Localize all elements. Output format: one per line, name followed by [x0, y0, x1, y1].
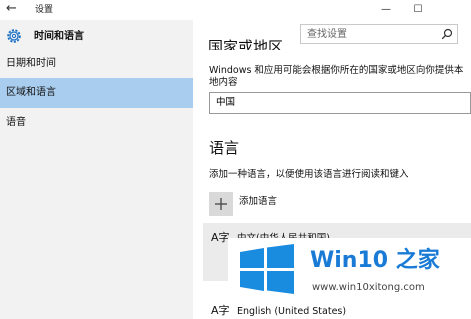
- sidebar: 时间和语言 日期和时间 区域和语言 语音: [0, 20, 193, 319]
- region-dropdown-value: 中国: [216, 97, 236, 108]
- languages-heading: 语言: [209, 139, 240, 157]
- maximize-button[interactable]: ☐: [403, 0, 433, 20]
- sidebar-item-label: 日期和时间: [6, 58, 56, 69]
- sidebar-item-region-language[interactable]: 区域和语言: [0, 78, 193, 108]
- title-bar: ← 设置 — ☐: [0, 0, 471, 20]
- sidebar-header[interactable]: 时间和语言: [0, 24, 193, 50]
- minimize-button[interactable]: —: [371, 0, 401, 20]
- gear-icon: [7, 29, 21, 43]
- region-description: Windows 和应用可能会根据你所在的国家或地区向你提供本地内容: [209, 65, 464, 88]
- language-name: English (United States): [237, 306, 347, 317]
- windows-logo-icon: [240, 244, 294, 294]
- sidebar-header-label: 时间和语言: [34, 31, 84, 42]
- languages-description: 添加一种语言，以便使用该语言进行阅读和键入: [209, 169, 409, 180]
- window-title: 设置: [35, 5, 54, 15]
- add-language-button[interactable]: [209, 192, 233, 216]
- sidebar-item-date-time[interactable]: 日期和时间: [0, 49, 193, 79]
- language-icon: A字: [211, 304, 230, 317]
- back-arrow-icon[interactable]: ←: [6, 2, 17, 16]
- sidebar-item-label: 区域和语言: [6, 87, 56, 98]
- add-language-label[interactable]: 添加语言: [239, 196, 277, 208]
- sidebar-item-label: 语音: [6, 117, 26, 128]
- region-heading: 国家或地区: [208, 39, 284, 50]
- watermark-url: www.win10xitong.com: [312, 282, 425, 293]
- sidebar-item-speech[interactable]: 语音: [0, 108, 193, 138]
- plus-icon: [215, 198, 227, 210]
- watermark-title: Win10 之家: [310, 248, 440, 273]
- watermark: Win10 之家 www.win10xitong.com: [228, 238, 471, 302]
- language-icon: A字: [211, 231, 230, 244]
- region-dropdown[interactable]: 中国: [209, 92, 471, 114]
